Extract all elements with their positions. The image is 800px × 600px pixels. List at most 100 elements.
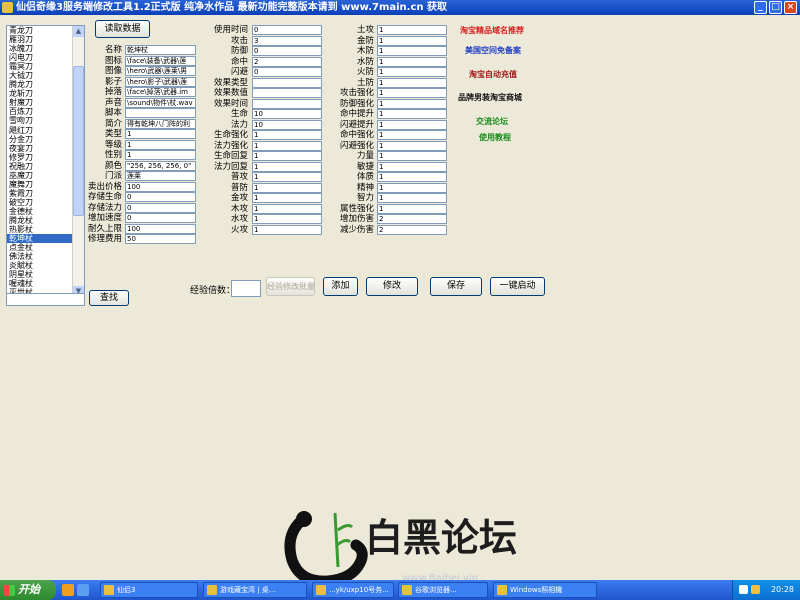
list-item[interactable]: 热影杖	[7, 225, 73, 234]
list-item[interactable]: 夜宴刀	[7, 144, 73, 153]
quicklaunch-desktop-icon[interactable]	[77, 584, 89, 596]
field-input[interactable]: 10	[252, 109, 322, 119]
field-input[interactable]: 1	[252, 224, 322, 235]
field-input[interactable]: 1	[377, 130, 447, 140]
list-item[interactable]: 射魔刀	[7, 98, 73, 107]
search-button[interactable]: 查找	[89, 290, 129, 306]
list-item[interactable]: 龙斩刀	[7, 89, 73, 98]
field-input[interactable]: 0	[252, 67, 322, 77]
list-item[interactable]: 分金刀	[7, 135, 73, 144]
taskbar-task-button[interactable]: 仙侣3	[100, 582, 198, 598]
promo-link[interactable]: 淘宝自动充值	[469, 69, 517, 80]
one-click-start-button[interactable]: 一键启动	[490, 277, 545, 296]
taskbar-task-button[interactable]: ...yk/uxp10号务...	[312, 582, 394, 598]
field-input[interactable]: \face\装备\武器\莲	[125, 55, 196, 66]
add-button[interactable]: 添加	[323, 277, 358, 296]
save-button[interactable]: 保存	[430, 277, 482, 296]
list-item[interactable]: 点金杖	[7, 243, 73, 252]
field-input[interactable]: 1	[377, 35, 447, 46]
field-input[interactable]: 2	[377, 214, 447, 224]
field-input[interactable]: "256, 256, 256, 0"	[125, 160, 196, 171]
list-item[interactable]: 炎賦杖	[7, 261, 73, 270]
field-input[interactable]	[252, 88, 322, 98]
minimize-button[interactable]: _	[754, 1, 767, 14]
field-input[interactable]: 1	[377, 119, 447, 130]
field-input[interactable]: 1	[377, 193, 447, 203]
scroll-up-button[interactable]: ▲	[73, 26, 84, 37]
field-input[interactable]: 1	[377, 109, 447, 119]
list-item[interactable]: 魔舞刀	[7, 180, 73, 189]
quicklaunch-browser-icon[interactable]	[62, 584, 74, 596]
field-input[interactable]: 1	[377, 182, 447, 193]
field-input[interactable]: \hero\影子\武器\莲	[125, 76, 196, 87]
list-item[interactable]: 腾龙刀	[7, 80, 73, 89]
field-input[interactable]: 3	[252, 35, 322, 46]
field-input[interactable]: 1	[252, 182, 322, 193]
taskbar-task-button[interactable]: 游戏藏宝湾 | 桌...	[203, 582, 307, 598]
read-data-button[interactable]: 读取数据	[95, 20, 150, 38]
field-input[interactable]: 1	[125, 150, 196, 160]
list-item[interactable]: 修罗刀	[7, 153, 73, 162]
item-listbox[interactable]: 青龙刀 雁羽刀 冰魄刀 闪电刀 霜冥刀 大钺刀 腾龙刀 龙斩刀 射魔刀 百炼刀 雪吻刀 飓红刀 分金刀夜…	[6, 25, 85, 298]
list-item[interactable]: 佛法杖	[7, 252, 73, 261]
field-input[interactable]: 1	[377, 161, 447, 172]
field-input[interactable]: 1	[377, 46, 447, 56]
field-input[interactable]: 1	[377, 88, 447, 98]
list-item[interactable]: 霜冥刀	[7, 62, 73, 71]
field-input[interactable]: 0	[252, 46, 322, 56]
list-item[interactable]: 阴星杖	[7, 270, 73, 279]
field-input[interactable]: 1	[377, 140, 447, 151]
field-input[interactable]: 1	[377, 151, 447, 161]
field-input[interactable]: 0	[252, 25, 322, 35]
list-item[interactable]: 紫霞刀	[7, 189, 73, 198]
list-item[interactable]: 祝融刀	[7, 162, 73, 171]
vertical-scrollbar[interactable]: ▲ ▼	[72, 26, 84, 297]
field-input[interactable]: 1	[377, 67, 447, 77]
maximize-button[interactable]: □	[769, 1, 782, 14]
exp-batch-modify-button[interactable]: 经验修改批量	[266, 277, 315, 296]
list-item[interactable]: 破空刀	[7, 198, 73, 207]
search-input[interactable]	[6, 293, 85, 306]
list-item[interactable]: 百炼刀	[7, 107, 73, 116]
taskbar-task-button[interactable]: Windows照相機	[493, 582, 597, 598]
list-item[interactable]: 雪吻刀	[7, 116, 73, 125]
list-item[interactable]: 喔魂杖	[7, 279, 73, 288]
promo-link[interactable]: 淘宝精品域名推荐	[460, 25, 524, 36]
field-input[interactable]: 1	[377, 203, 447, 214]
list-item[interactable]: 闪电刀	[7, 53, 73, 62]
field-input[interactable]: 0	[125, 192, 196, 202]
field-input[interactable]: 0	[125, 202, 196, 213]
promo-link[interactable]: 使用教程	[479, 132, 511, 143]
field-input[interactable]: 乾坤杖	[125, 45, 196, 55]
field-input[interactable]: 1	[377, 172, 447, 182]
field-input[interactable]: 0	[125, 213, 196, 223]
field-input[interactable]: 50	[125, 234, 196, 244]
field-input[interactable]: 1	[252, 161, 322, 172]
field-input[interactable]: 1	[377, 56, 447, 67]
list-item[interactable]: 金德杖	[7, 207, 73, 216]
field-input[interactable]: 1	[252, 130, 322, 140]
exp-ratio-input[interactable]	[231, 280, 261, 297]
promo-link[interactable]: 美国空间免备案	[465, 45, 521, 56]
field-input[interactable]: 10	[252, 119, 322, 130]
field-input[interactable]: 1	[252, 214, 322, 224]
list-item[interactable]: 腾龙杖	[7, 216, 73, 225]
modify-button[interactable]: 修改	[366, 277, 418, 296]
field-input[interactable]: 1	[377, 98, 447, 109]
field-input[interactable]: \sound\物件\杖.wav	[125, 97, 196, 108]
list-item[interactable]: 飓红刀	[7, 126, 73, 135]
promo-link[interactable]: 交流论坛	[476, 116, 508, 127]
field-input[interactable]: 100	[125, 181, 196, 192]
field-input[interactable]: 1	[252, 203, 322, 214]
promo-link[interactable]: 品牌男装淘宝商城	[458, 92, 522, 103]
field-input[interactable]: \face\掉落\武器.im	[125, 87, 196, 97]
scroll-thumb[interactable]	[73, 66, 84, 216]
field-input[interactable]: 1	[252, 172, 322, 182]
list-item[interactable]: 冰魄刀	[7, 44, 73, 53]
list-item[interactable]: 雁羽刀	[7, 35, 73, 44]
field-input[interactable]	[252, 77, 322, 88]
field-input[interactable]: \hero\武器\莲莱\男	[125, 66, 196, 76]
field-input[interactable]: 1	[252, 140, 322, 151]
field-input[interactable]: 莲莱	[125, 171, 196, 181]
field-input[interactable]: 得有乾坤八门阵的利	[125, 118, 196, 129]
